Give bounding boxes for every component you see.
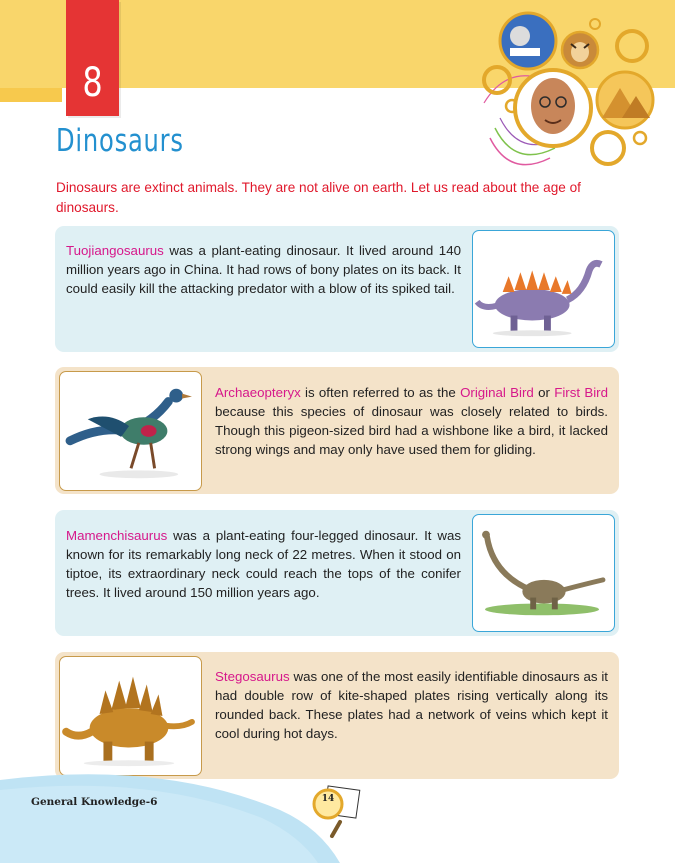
archaeopteryx-image: [59, 371, 202, 491]
card-archaeopteryx: Archaeopteryx is often referred to as th…: [55, 367, 619, 494]
card-text: Mamenchisaurus was a plant-eating four-l…: [66, 528, 461, 600]
footer-book-title: General Knowledge-6: [31, 796, 158, 808]
card-text: Archaeopteryx is often referred to as th…: [215, 385, 608, 457]
dinosaur-name: Archaeopteryx: [215, 385, 301, 400]
chapter-number: 8: [82, 60, 103, 106]
tuojiangosaurus-image: [472, 230, 615, 348]
dinosaur-name: Mamenchisaurus: [66, 528, 168, 543]
dinosaur-name: Stegosaurus: [215, 669, 290, 684]
header-accent-bar: [0, 88, 62, 102]
card-tuojiangosaurus: Tuojiangosaurus was a plant-eating dinos…: [55, 226, 619, 352]
dinosaur-name: Tuojiangosaurus: [66, 243, 164, 258]
card-text: Tuojiangosaurus was a plant-eating dinos…: [66, 243, 461, 296]
chapter-number-box: 8: [66, 0, 119, 116]
intro-paragraph: Dinosaurs are extinct animals. They are …: [56, 180, 581, 215]
card-text: Stegosaurus was one of the most easily i…: [215, 669, 608, 741]
card-mamenchisaurus: Mamenchisaurus was a plant-eating four-l…: [55, 510, 619, 636]
header-collage-decoration: [482, 11, 655, 166]
page-number-badge-icon: [312, 785, 361, 838]
page-number: 14: [321, 794, 335, 804]
chapter-title: Dinosaurs: [56, 123, 184, 159]
mamenchisaurus-image: [472, 514, 615, 632]
